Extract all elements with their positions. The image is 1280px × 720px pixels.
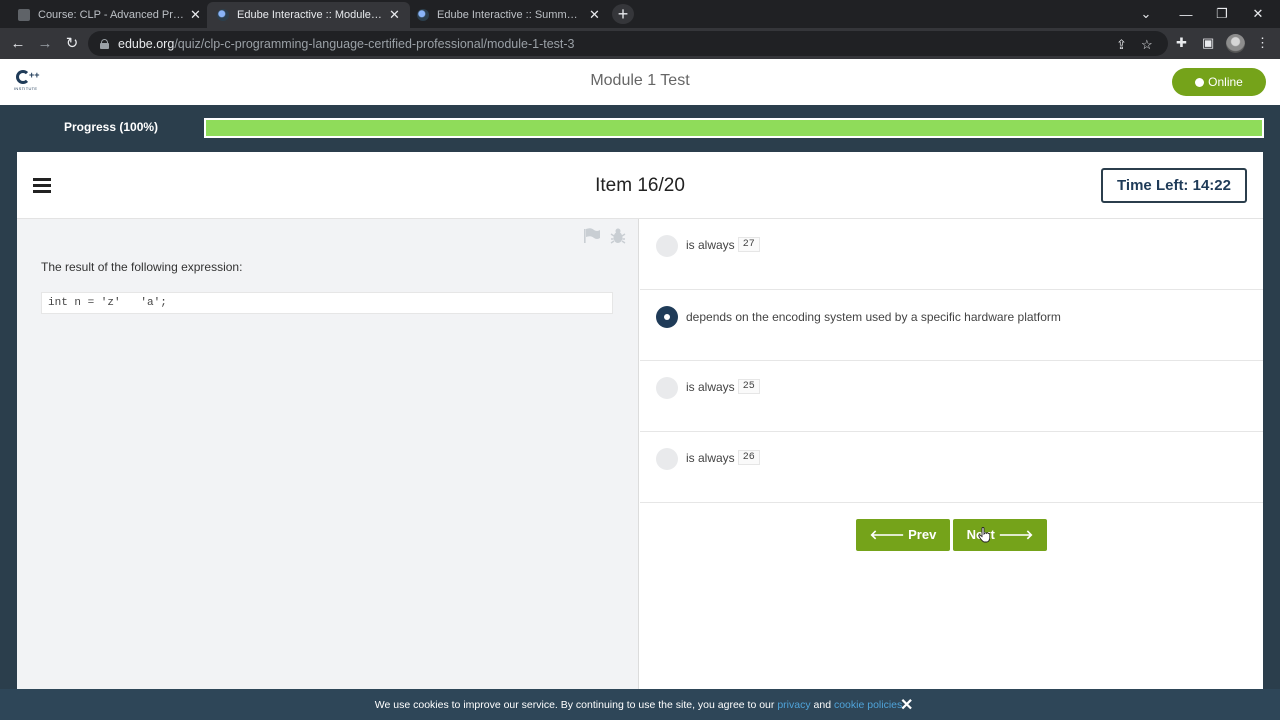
- page-title: Module 1 Test: [590, 72, 690, 89]
- browser-tab-summary-test[interactable]: Edube Interactive :: Summary Test ✕: [407, 2, 610, 28]
- back-arrow-icon[interactable]: ←: [8, 34, 28, 54]
- cookie-banner: We use cookies to improve our service. B…: [0, 689, 1280, 720]
- cookie-message: We use cookies to improve our service. B…: [374, 699, 906, 711]
- answer-label: is always: [686, 379, 735, 394]
- restore-icon[interactable]: ❐: [1204, 0, 1240, 28]
- clp-favicon-icon: [18, 9, 30, 21]
- address-bar[interactable]: edube.org /quiz/clp-c-programming-langua…: [88, 31, 1168, 56]
- progress-label: Progress (100%): [64, 120, 159, 134]
- next-button[interactable]: Next 🡒: [953, 519, 1047, 551]
- close-tab-icon[interactable]: ✕: [389, 7, 400, 23]
- new-tab-button[interactable]: +: [612, 4, 634, 24]
- extensions-puzzle-icon[interactable]: ✚: [1176, 35, 1187, 51]
- share-icon[interactable]: ⇪: [1116, 37, 1127, 53]
- status-dot-icon: [1195, 77, 1205, 87]
- url-path: /quiz/clp-c-programming-language-certifi…: [174, 36, 575, 51]
- profile-avatar[interactable]: [1226, 34, 1245, 53]
- answer-code: 25: [737, 379, 760, 394]
- hand-pointer-cursor-icon: [978, 527, 990, 543]
- progress-section: Progress (100%): [0, 105, 1280, 151]
- bug-report-icon[interactable]: [609, 227, 627, 245]
- answer-list: is always 27 depends on the encoding sys…: [640, 219, 1263, 503]
- browser-tab-clp[interactable]: Course: CLP - Advanced Programming in C …: [8, 2, 211, 28]
- minimize-icon[interactable]: —: [1168, 0, 1204, 28]
- quiz-card: Item 16/20 Time Left: 14:22 The result o…: [17, 152, 1263, 692]
- close-window-icon[interactable]: ✕: [1240, 0, 1276, 28]
- tab-search-icon[interactable]: ⌄: [1128, 0, 1164, 28]
- progress-bar: [204, 118, 1264, 138]
- edube-favicon-icon: [217, 9, 229, 21]
- browser-toolbar: ← → ↻ edube.org /quiz/clp-c-programming-…: [0, 28, 1280, 59]
- progress-bar-fill: [206, 120, 1262, 136]
- answer-option-1[interactable]: is always 27: [640, 219, 1263, 290]
- privacy-link[interactable]: privacy: [777, 699, 810, 711]
- flag-icon[interactable]: [583, 228, 601, 244]
- reload-icon[interactable]: ↻: [62, 34, 82, 54]
- cookie-policies-link[interactable]: cookie policies: [834, 699, 902, 711]
- answer-code: 27: [737, 237, 760, 252]
- online-status-badge: Online: [1172, 68, 1266, 96]
- answer-radio-selected[interactable]: [656, 306, 678, 328]
- edube-favicon-icon: [417, 9, 429, 21]
- cookie-close-icon[interactable]: ✕: [900, 695, 913, 715]
- browser-tab-module-test[interactable]: Edube Interactive :: Module 1 Test ✕: [207, 2, 410, 28]
- answer-radio[interactable]: [656, 235, 678, 257]
- forward-arrow-icon[interactable]: →: [35, 34, 55, 54]
- question-text: The result of the following expression:: [41, 260, 243, 274]
- lock-icon: [100, 38, 109, 49]
- answer-label: is always: [686, 237, 735, 252]
- close-tab-icon[interactable]: ✕: [190, 7, 201, 23]
- tab-title: Edube Interactive :: Summary Test: [437, 9, 583, 21]
- answer-label: is always: [686, 450, 735, 465]
- site-header: ++ INSTITUTE Module 1 Test Online: [0, 59, 1280, 105]
- url-host: edube.org: [118, 36, 175, 51]
- question-pane: The result of the following expression: …: [17, 219, 639, 692]
- bookmark-star-icon[interactable]: ☆: [1141, 37, 1153, 53]
- time-left-timer: Time Left: 14:22: [1101, 168, 1247, 203]
- browser-tab-bar: Course: CLP - Advanced Programming in C …: [0, 0, 1280, 28]
- quiz-header: Item 16/20 Time Left: 14:22: [17, 152, 1263, 219]
- tab-title: Course: CLP - Advanced Programming in C: [38, 9, 184, 21]
- answer-radio[interactable]: [656, 377, 678, 399]
- answer-code: 26: [737, 450, 760, 465]
- answer-label: depends on the encoding system used by a…: [686, 310, 1061, 324]
- code-snippet: int n = 'z' 'a';: [41, 292, 613, 314]
- side-panel-icon[interactable]: ▣: [1202, 35, 1214, 51]
- tab-title: Edube Interactive :: Module 1 Test: [237, 9, 383, 21]
- answer-option-3[interactable]: is always 25: [640, 361, 1263, 432]
- answer-option-4[interactable]: is always 26: [640, 432, 1263, 503]
- menu-dots-icon[interactable]: ⋮: [1256, 35, 1269, 51]
- prev-button[interactable]: 🡐 Prev: [856, 519, 950, 551]
- answer-radio[interactable]: [656, 448, 678, 470]
- close-tab-icon[interactable]: ✕: [589, 7, 600, 23]
- answer-option-2[interactable]: depends on the encoding system used by a…: [640, 290, 1263, 361]
- item-counter: Item 16/20: [595, 175, 685, 196]
